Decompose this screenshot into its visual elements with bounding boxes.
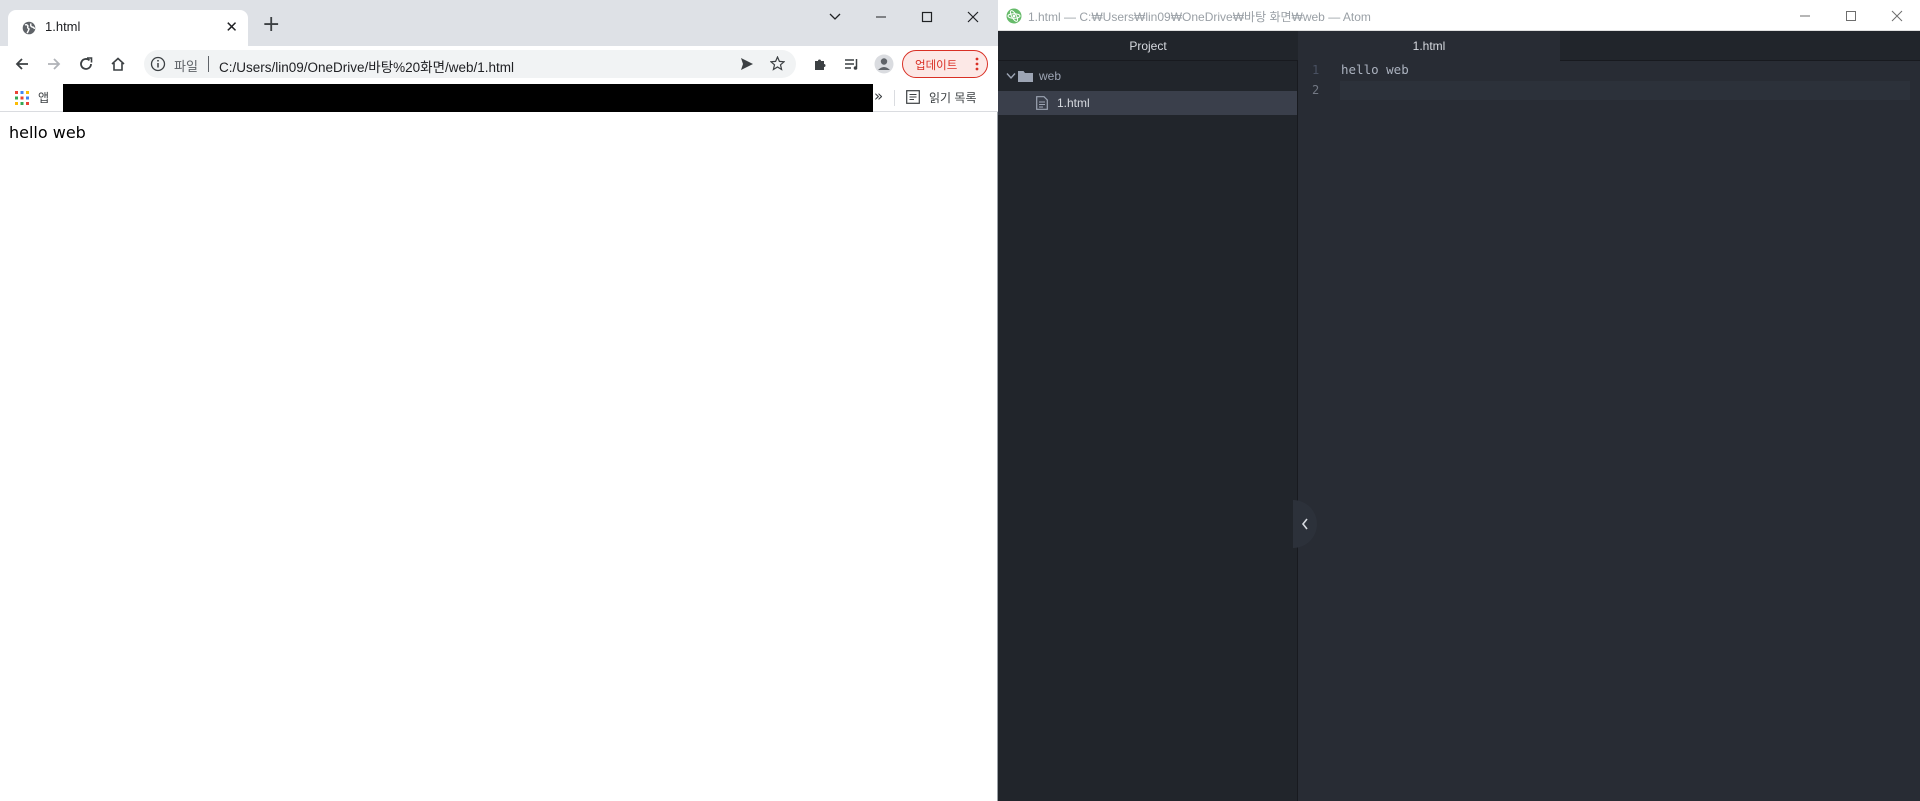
globe-icon (22, 21, 36, 35)
reload-button[interactable] (74, 52, 98, 76)
line-number: 1 (1312, 63, 1320, 77)
project-tree-header[interactable]: Project (998, 31, 1298, 61)
bookmarks-overflow-button[interactable]: » (874, 87, 883, 105)
atom-close-button[interactable] (1874, 0, 1920, 31)
more-vert-icon (975, 57, 979, 71)
close-icon (1891, 10, 1903, 21)
page-body-text: hello web (9, 123, 86, 142)
minimize-icon (1800, 15, 1810, 16)
editor-tab[interactable]: 1.html (1298, 31, 1560, 61)
arrow-left-icon (15, 58, 28, 70)
editor-tab-bar: 1.html (1298, 31, 1920, 61)
minimize-button[interactable] (858, 0, 904, 34)
tree-folder-web[interactable]: web (998, 61, 1298, 91)
tab-search-button[interactable] (812, 0, 858, 34)
tree-file-1-html[interactable]: 1.html (998, 91, 1297, 115)
browser-window: 1.html ✕ + 파일 C:/Users/lin09/OneDrive/바탕… (0, 0, 998, 801)
send-icon[interactable] (740, 57, 754, 71)
home-button[interactable] (106, 52, 130, 76)
atom-window-title: 1.html — C:₩Users₩lin09₩OneDrive₩바탕 화면₩w… (1028, 10, 1371, 24)
apps-bookmark[interactable]: 앱 (38, 89, 49, 106)
browser-toolbar: 파일 C:/Users/lin09/OneDrive/바탕%20화면/web/1… (0, 46, 998, 82)
media-button[interactable] (840, 52, 864, 76)
atom-minimize-button[interactable] (1782, 0, 1828, 31)
browser-tab-strip: 1.html ✕ + (0, 0, 998, 46)
address-bar[interactable]: 파일 C:/Users/lin09/OneDrive/바탕%20화면/web/1… (144, 50, 796, 78)
url-scheme-label: 파일 (174, 59, 198, 74)
bookmarks-bar: 앱 » 읽기 목록 (0, 82, 998, 112)
omnibox-separator (208, 56, 209, 72)
atom-window: 1.html — C:₩Users₩lin09₩OneDrive₩바탕 화면₩w… (998, 0, 1920, 801)
update-button[interactable]: 업데이트 (902, 50, 988, 78)
close-icon (967, 11, 979, 23)
code-line[interactable]: hello web (1341, 62, 1409, 77)
puzzle-icon (815, 59, 826, 70)
arrow-right-icon (48, 58, 61, 70)
browser-tab[interactable]: 1.html ✕ (8, 10, 248, 46)
maximize-icon (1846, 10, 1856, 21)
avatar-icon (874, 54, 894, 74)
playlist-icon (845, 59, 858, 70)
reading-list-icon[interactable] (906, 90, 920, 104)
chevron-left-icon (1301, 518, 1308, 530)
profile-button[interactable] (872, 52, 896, 76)
line-number-gutter: 1 2 (1298, 61, 1338, 801)
extensions-button[interactable] (808, 52, 832, 76)
info-icon[interactable] (150, 56, 166, 72)
file-text-icon (1036, 96, 1048, 110)
redacted-bookmarks (63, 84, 873, 112)
tab-close-icon[interactable]: ✕ (225, 18, 238, 36)
reading-list-button[interactable]: 읽기 목록 (929, 89, 977, 106)
atom-maximize-button[interactable] (1828, 0, 1874, 31)
minimize-icon (876, 16, 886, 18)
close-window-button[interactable] (950, 0, 996, 34)
home-icon (111, 57, 125, 71)
url-text[interactable]: C:/Users/lin09/OneDrive/바탕%20화면/web/1.ht… (219, 56, 514, 76)
editor-pane: 1.html 1 2 hello web (1298, 31, 1920, 801)
line-number: 2 (1312, 83, 1320, 97)
browser-tab-title: 1.html (45, 19, 81, 34)
back-button[interactable] (10, 52, 34, 76)
star-icon[interactable] (770, 56, 785, 71)
folder-icon (1018, 71, 1033, 82)
tree-folder-label: web (1039, 69, 1062, 83)
tree-file-label: 1.html (1057, 96, 1090, 110)
apps-grid-icon[interactable] (15, 91, 29, 105)
update-button-label: 업데이트 (915, 60, 958, 72)
web-page-content: hello web (0, 113, 997, 801)
editor-tab-title: 1.html (1412, 39, 1446, 53)
chevron-down-icon (1006, 73, 1016, 80)
maximize-button[interactable] (904, 0, 950, 34)
atom-logo-icon (1006, 8, 1022, 24)
forward-button[interactable] (42, 52, 66, 76)
reload-icon (80, 57, 93, 70)
project-tree-panel: Project web 1.html (998, 31, 1298, 801)
maximize-icon (921, 11, 933, 23)
bookmarks-separator (894, 90, 895, 106)
new-tab-button[interactable]: + (262, 14, 280, 36)
project-tree-title: Project (1129, 39, 1167, 53)
atom-title-bar: 1.html — C:₩Users₩lin09₩OneDrive₩바탕 화면₩w… (998, 0, 1920, 31)
chevron-down-icon (829, 13, 841, 20)
cursor-line-highlight (1340, 81, 1910, 100)
